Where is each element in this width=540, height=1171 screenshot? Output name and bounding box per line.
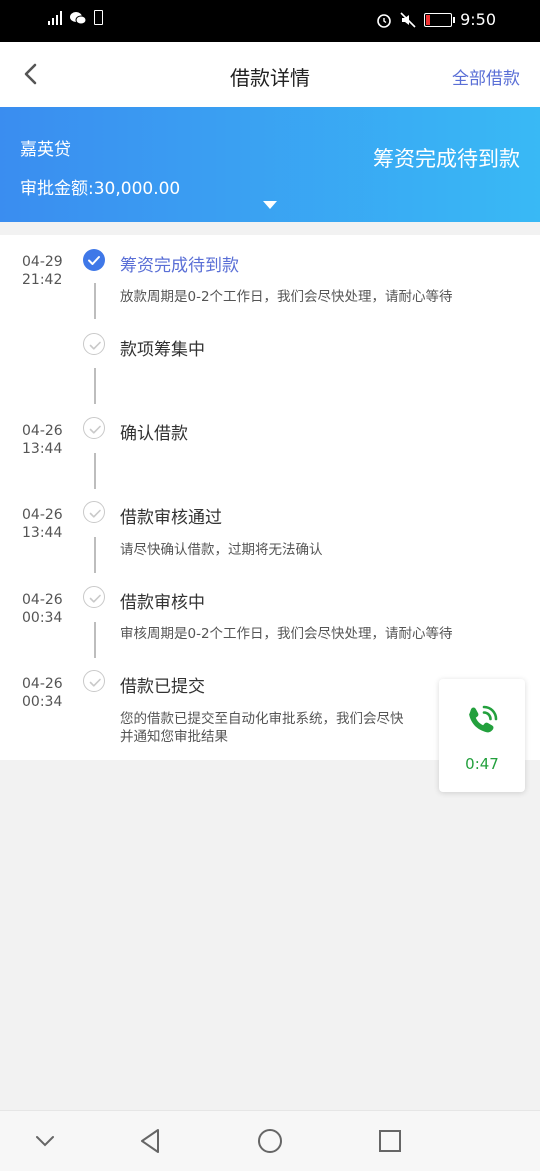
date-text: 04-26 xyxy=(22,592,63,608)
alarm-icon xyxy=(377,13,391,28)
check-pending-icon xyxy=(83,417,105,439)
status-bar: 9:50 xyxy=(0,0,540,42)
date-text: 04-26 xyxy=(22,423,63,439)
recents-square-icon xyxy=(379,1130,401,1152)
time-text: 13:44 xyxy=(22,441,63,457)
nav-collapse-button[interactable] xyxy=(30,1126,60,1156)
timeline-desc: 放款周期是0-2个工作日，我们会尽快处理，请耐心等待 xyxy=(120,289,453,305)
clock: 9:50 xyxy=(460,10,496,29)
date-text: 04-26 xyxy=(22,676,63,692)
timeline-title: 确认借款 xyxy=(120,424,188,444)
timeline-connector xyxy=(94,368,96,404)
expand-caret-icon[interactable] xyxy=(263,201,277,209)
check-pending-icon xyxy=(83,670,105,692)
mute-icon xyxy=(400,11,416,28)
nav-home-button[interactable] xyxy=(255,1126,285,1156)
timeline-date: 04-26 00:34 xyxy=(22,675,70,711)
status-left xyxy=(48,10,103,25)
lender-name: 嘉英贷 xyxy=(20,140,71,160)
all-loans-link[interactable]: 全部借款 xyxy=(452,64,520,89)
status-right: 9:50 xyxy=(376,10,496,29)
timeline-connector xyxy=(94,622,96,658)
timeline-date: 04-26 13:44 xyxy=(22,422,70,458)
call-timer: 0:47 xyxy=(465,755,499,773)
time-text: 00:34 xyxy=(22,694,63,710)
battery-icon xyxy=(424,12,456,27)
timeline-connector xyxy=(94,283,96,319)
check-pending-icon xyxy=(83,333,105,355)
timeline-date: 04-26 00:34 xyxy=(22,591,70,627)
call-widget[interactable]: 0:47 xyxy=(439,679,525,792)
system-nav-bar xyxy=(0,1110,540,1171)
loan-status: 筹资完成待到款 xyxy=(373,147,520,171)
check-pending-icon xyxy=(83,586,105,608)
timeline-title: 借款审核中 xyxy=(120,593,205,613)
date-text: 04-29 xyxy=(22,254,63,270)
timeline-title: 款项筹集中 xyxy=(120,340,205,360)
nav-back-button[interactable] xyxy=(135,1126,165,1156)
timeline-title: 筹资完成待到款 xyxy=(120,256,239,276)
approval-amount: 审批金额:30,000.00 xyxy=(20,179,181,199)
small-battery-icon xyxy=(94,10,103,25)
header: 借款详情 全部借款 xyxy=(0,42,540,107)
back-triangle-icon xyxy=(141,1129,159,1153)
nav-recents-button[interactable] xyxy=(375,1126,405,1156)
timeline-title: 借款审核通过 xyxy=(120,508,222,528)
timeline-title: 借款已提交 xyxy=(120,677,205,697)
loan-banner: 嘉英贷 审批金额:30,000.00 筹资完成待到款 xyxy=(0,107,540,222)
home-circle-icon xyxy=(258,1129,282,1153)
timeline-desc: 请尽快确认借款，过期将无法确认 xyxy=(120,542,323,558)
wechat-icon xyxy=(70,11,86,24)
timeline-desc: 审核周期是0-2个工作日，我们会尽快处理，请耐心等待 xyxy=(120,626,453,642)
chevron-down-icon xyxy=(36,1136,54,1147)
check-pending-icon xyxy=(83,501,105,523)
timeline-date: 04-29 21:42 xyxy=(22,253,70,289)
time-text: 00:34 xyxy=(22,610,63,626)
date-text: 04-26 xyxy=(22,507,63,523)
timeline-date: 04-26 13:44 xyxy=(22,506,70,542)
time-text: 13:44 xyxy=(22,525,63,541)
timeline-connector xyxy=(94,453,96,489)
signal-icon xyxy=(48,10,62,25)
phone-call-icon xyxy=(469,705,498,733)
time-text: 21:42 xyxy=(22,272,63,288)
timeline-connector xyxy=(94,537,96,573)
check-done-icon xyxy=(83,249,105,271)
